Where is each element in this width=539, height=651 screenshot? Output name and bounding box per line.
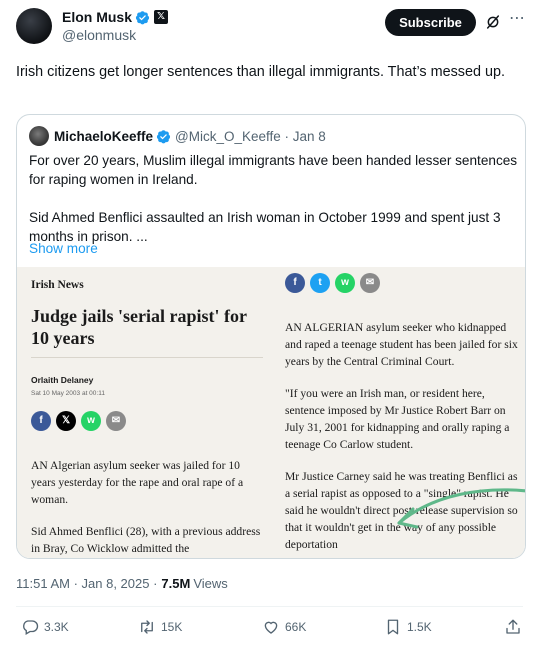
user-handle[interactable]: @elonmusk: [62, 27, 136, 43]
bookmark-count: 1.5K: [407, 620, 432, 634]
article-body-left: AN Algerian asylum seeker was jailed for…: [31, 457, 263, 558]
repost-button[interactable]: 15K: [138, 618, 182, 636]
repost-icon: [141, 620, 153, 634]
quote-handle-date: @Mick_O_Keeffe · Jan 8: [175, 128, 326, 144]
views-count: 7.5M: [161, 576, 191, 591]
like-button[interactable]: 66K: [262, 618, 306, 636]
actions-divider: [16, 606, 523, 607]
article-divider: [31, 357, 263, 358]
display-name[interactable]: Elon Musk: [62, 9, 132, 25]
article-author: Orlaith Delaney: [31, 375, 94, 385]
like-count: 66K: [285, 620, 307, 634]
twitter-icon: t: [310, 273, 330, 293]
avatar[interactable]: [16, 8, 52, 44]
show-more-link[interactable]: Show more: [29, 241, 98, 256]
reply-button[interactable]: 3.3K: [21, 618, 69, 636]
tweet-actions: 3.3K 15K 66K 1.5K: [16, 618, 523, 640]
quote-display-name: MichaeloKeeffe: [54, 128, 154, 144]
heart-icon: [264, 621, 278, 634]
article-paragraph: AN ALGERIAN asylum seeker who kidnapped …: [285, 321, 518, 368]
facebook-icon: f: [31, 411, 51, 431]
article-paragraph: Sid Ahmed Benflici (28), with a previous…: [31, 525, 261, 555]
x-icon: 𝕏: [56, 411, 76, 431]
grok-icon[interactable]: [485, 14, 501, 30]
tweet-text: Irish citizens get longer sentences than…: [16, 64, 505, 80]
quote-avatar: [29, 126, 49, 146]
article-share-row: f t w ✉: [285, 273, 380, 293]
tweet-meta: 11:51 AM · Jan 8, 2025 · 7.5M Views: [16, 576, 228, 591]
share-icon: [506, 619, 520, 634]
article-share-row: f 𝕏 w ✉: [31, 411, 126, 431]
x-affiliate-icon: 𝕏: [154, 10, 169, 24]
quoted-tweet[interactable]: MichaeloKeeffe @Mick_O_Keeffe · Jan 8 Fo…: [16, 114, 526, 559]
tweet-timestamp[interactable]: 11:51 AM · Jan 8, 2025 ·: [16, 576, 157, 591]
tweet-header: Elon Musk 𝕏 @elonmusk Subscribe ⋯: [16, 8, 531, 48]
email-icon: ✉: [106, 411, 126, 431]
bookmark-icon: [387, 619, 399, 635]
subscribe-button[interactable]: Subscribe: [385, 9, 476, 36]
bookmark-button[interactable]: 1.5K: [384, 618, 432, 636]
article-paragraph: "If you were an Irish man, or resident h…: [285, 387, 510, 451]
email-icon: ✉: [360, 273, 380, 293]
verified-badge-icon: [156, 129, 171, 143]
quote-paragraph: For over 20 years, Muslim illegal immigr…: [29, 153, 518, 187]
article-date: Sat 10 May 2003 at 00:11: [31, 390, 105, 397]
whatsapp-icon: w: [81, 411, 101, 431]
whatsapp-icon: w: [335, 273, 355, 293]
article-section: Irish News: [31, 279, 84, 291]
reply-icon: [23, 620, 39, 635]
reply-count: 3.3K: [44, 620, 69, 634]
quote-header: MichaeloKeeffe @Mick_O_Keeffe · Jan 8: [29, 126, 326, 146]
share-button[interactable]: [504, 618, 527, 636]
views-label: Views: [193, 576, 228, 591]
article-image[interactable]: Irish News Judge jails 'serial rapist' f…: [17, 267, 525, 558]
quote-text: For over 20 years, Muslim illegal immigr…: [29, 151, 519, 246]
repost-count: 15K: [161, 620, 183, 634]
quote-paragraph: Sid Ahmed Benflici assaulted an Irish wo…: [29, 210, 501, 244]
name-row: Elon Musk 𝕏: [62, 8, 169, 26]
verified-badge-icon: [135, 10, 150, 24]
article-headline: Judge jails 'serial rapist' for 10 years: [31, 306, 247, 348]
article-paragraph: AN Algerian asylum seeker was jailed for…: [31, 459, 244, 506]
facebook-icon: f: [285, 273, 305, 293]
highlight-arrow-icon: [397, 488, 525, 529]
more-options-icon[interactable]: ⋯: [509, 11, 527, 30]
